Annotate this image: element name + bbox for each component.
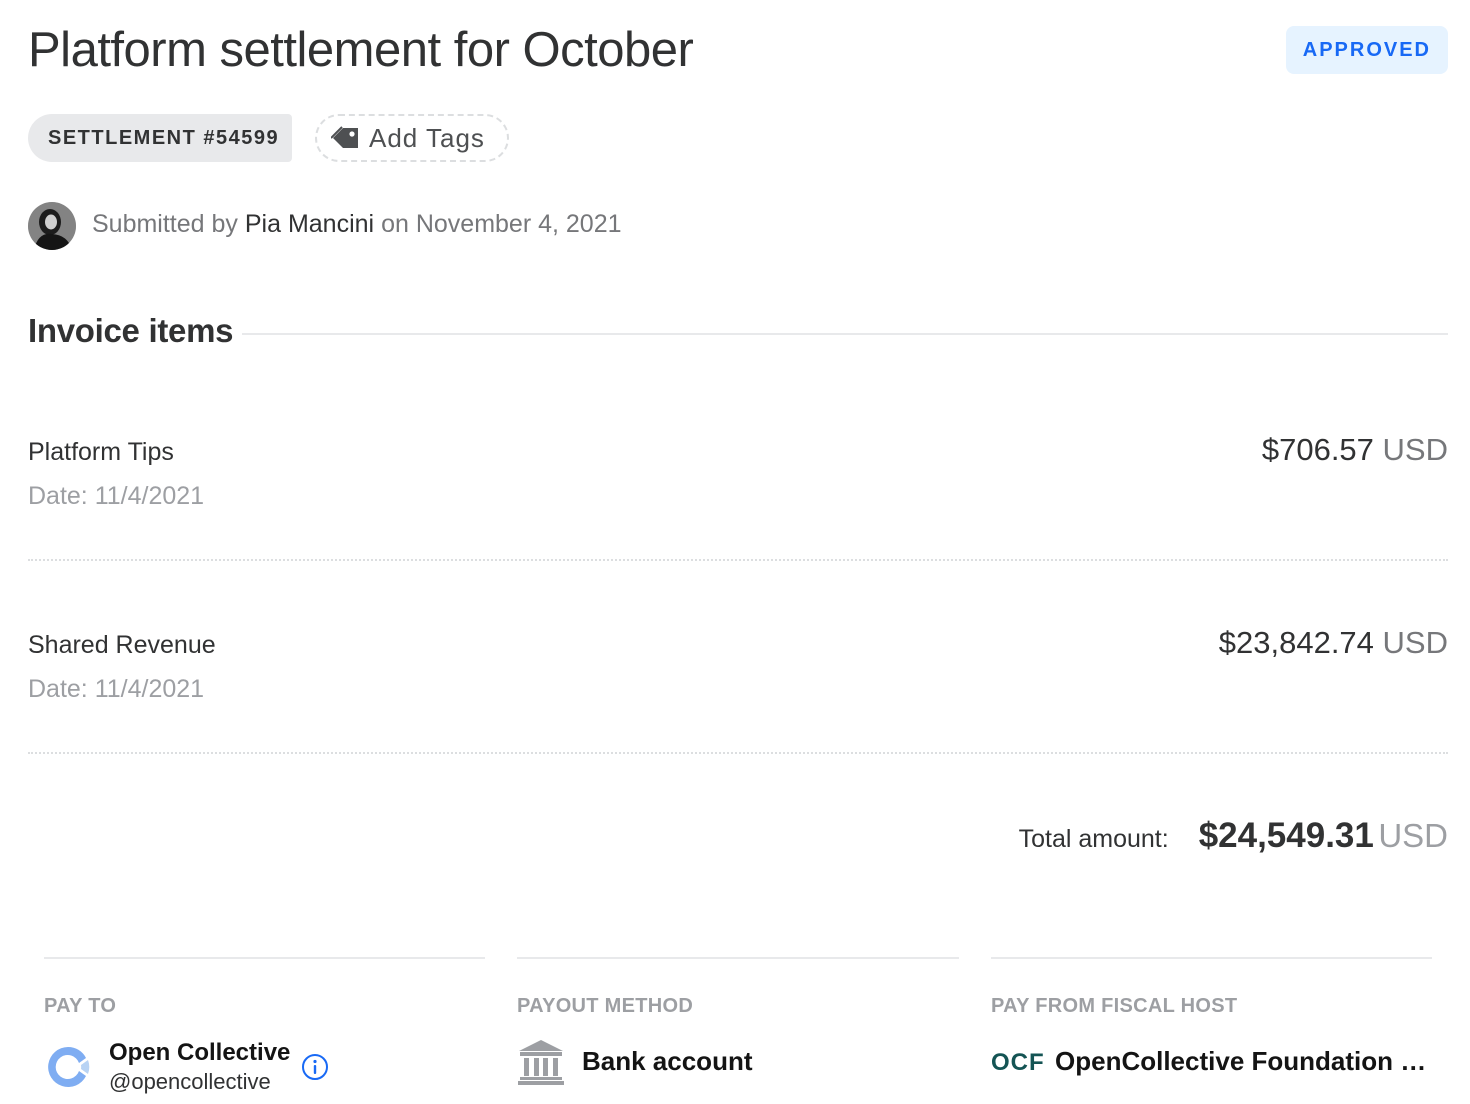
pay-to-header: PAY TO <box>44 995 117 1017</box>
section-rule <box>991 957 1432 959</box>
item-date: Date: 11/4/2021 <box>28 675 205 703</box>
page-title: Platform settlement for October <box>28 23 694 77</box>
total-value-group: $24,549.31 USD <box>1199 816 1448 856</box>
item-divider <box>28 752 1448 754</box>
fiscal-host-header: PAY FROM FISCAL HOST <box>991 995 1238 1017</box>
item-description: Platform Tips <box>28 438 174 466</box>
submitted-middle: on <box>381 210 409 238</box>
submitter-name[interactable]: Pia Mancini <box>245 210 374 238</box>
payee-slug: @opencollective <box>109 1069 271 1094</box>
bank-icon <box>518 1040 564 1085</box>
settlement-tag: SETTLEMENT #54599 <box>28 114 293 162</box>
invoice-items-heading: Invoice items <box>28 312 234 349</box>
payee-name[interactable]: Open Collective <box>109 1039 290 1067</box>
submitted-date: November 4, 2021 <box>415 210 622 238</box>
add-tags-label: Add Tags <box>369 122 485 153</box>
invoice-item: Shared Revenue Date: 11/4/2021 $23,842.7… <box>28 625 1448 771</box>
submitted-prefix: Submitted by <box>92 210 238 238</box>
item-currency: USD <box>1382 432 1448 467</box>
open-collective-logo-icon[interactable] <box>44 1043 92 1091</box>
payout-method-label: Bank account <box>582 1046 753 1076</box>
fiscal-host-name[interactable]: OpenCollective Foundation 501(... <box>1055 1046 1433 1077</box>
submission-info: Submitted by Pia Mancini on November 4, … <box>92 210 622 239</box>
payout-method-section: PAYOUT METHOD Bank account <box>517 957 959 1104</box>
item-amount: $23,842.74 USD <box>1219 625 1448 661</box>
tag-icon <box>331 126 358 148</box>
fiscal-host-section: PAY FROM FISCAL HOST OCF OpenCollective … <box>991 957 1433 1104</box>
info-icon[interactable] <box>301 1053 329 1081</box>
total-amount: Total amount: $24,549.31 USD <box>1019 816 1448 856</box>
item-description: Shared Revenue <box>28 631 216 659</box>
item-amount: $706.57 USD <box>1262 432 1448 468</box>
item-divider <box>28 559 1448 561</box>
pay-to-section: PAY TO Open Collective @opencollective <box>44 957 485 1104</box>
section-rule <box>517 957 959 959</box>
add-tags-button[interactable]: Add Tags <box>315 114 509 162</box>
total-value: $24,549.31 <box>1198 816 1374 855</box>
section-rule <box>44 957 485 959</box>
total-label: Total amount: <box>1018 825 1169 853</box>
ocf-logo[interactable]: OCF <box>991 1049 1045 1077</box>
payout-method-header: PAYOUT METHOD <box>517 995 694 1017</box>
item-date: Date: 11/4/2021 <box>28 482 205 510</box>
invoice-item: Platform Tips Date: 11/4/2021 $706.57 US… <box>28 432 1448 578</box>
status-badge: APPROVED <box>1285 26 1448 74</box>
item-amount-value: $23,842.74 <box>1218 625 1374 660</box>
total-currency: USD <box>1378 817 1448 854</box>
section-divider <box>242 333 1448 335</box>
item-amount-value: $706.57 <box>1261 432 1374 467</box>
avatar[interactable] <box>28 202 76 250</box>
item-currency: USD <box>1382 625 1448 660</box>
